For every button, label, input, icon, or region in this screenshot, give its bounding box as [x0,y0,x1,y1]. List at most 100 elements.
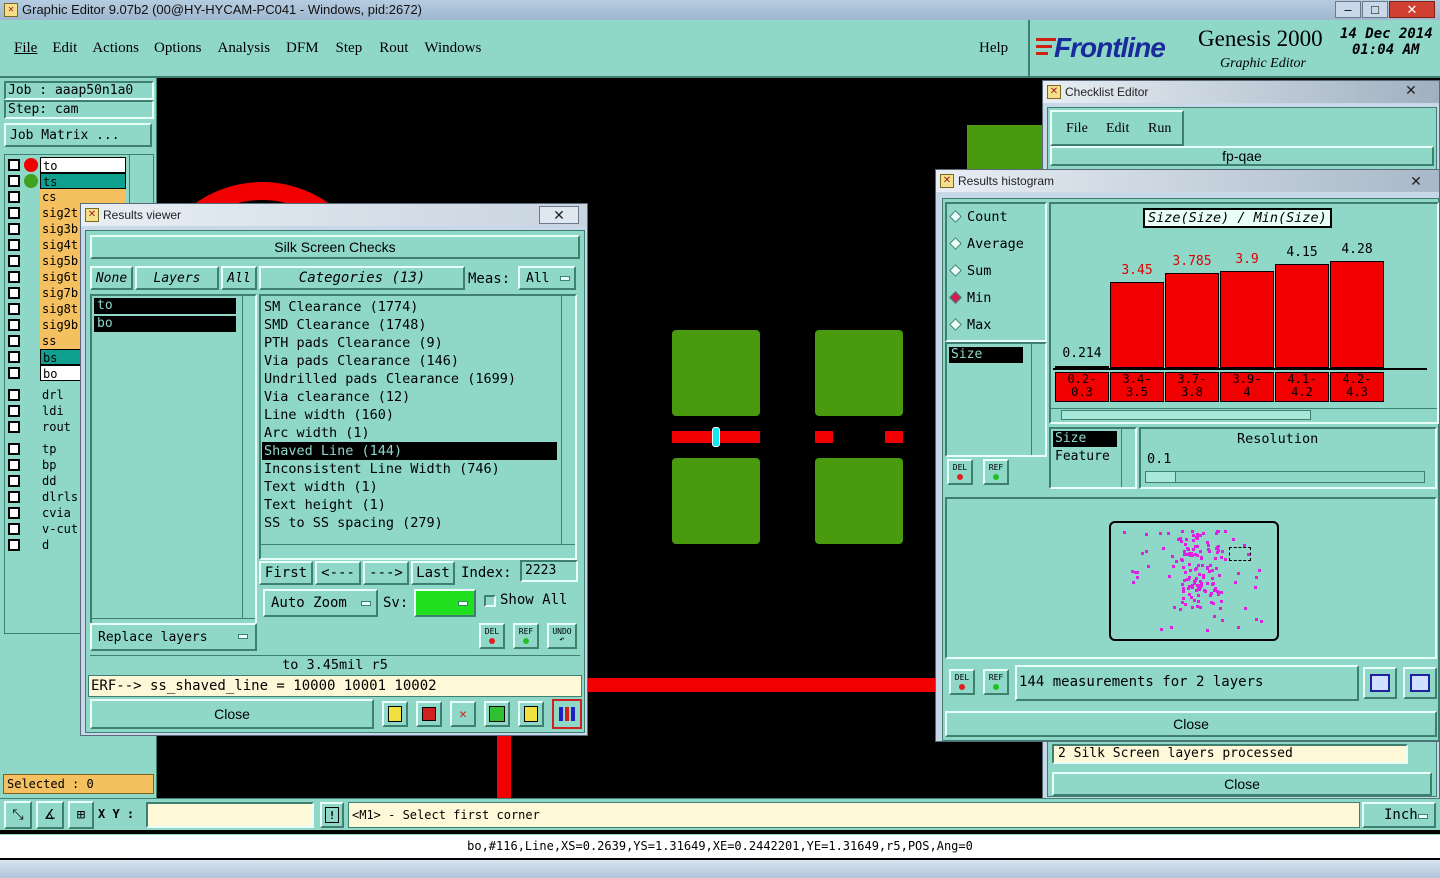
results-viewer-titlebar[interactable]: ✕ Results viewer ✕ [81,204,587,226]
layer-checkbox[interactable] [8,303,20,315]
minimize-button[interactable]: – [1335,1,1361,18]
categories-vscroll[interactable] [561,296,575,544]
layer-checkbox[interactable] [8,175,20,187]
overview-map[interactable] [1109,521,1279,641]
info-button[interactable]: ! [320,802,344,828]
field2-entry-size[interactable]: Size [1053,431,1117,447]
category-item[interactable]: Undrilled pads Clearance (1699) [262,370,557,388]
checklist-titlebar[interactable]: ✕ Checklist Editor ✕ [1043,81,1439,103]
checklist-menu-edit[interactable]: Edit [1106,121,1129,137]
category-item[interactable]: Inconsistent Line Width (746) [262,460,557,478]
layer-row-ts[interactable]: ts [4,173,128,189]
layer-checkbox[interactable] [8,405,20,417]
import-icon-button[interactable] [1403,667,1437,699]
menu-options[interactable]: Options [154,40,202,57]
category-item[interactable]: Shaved Line (144) [262,442,557,460]
layer-checkbox[interactable] [8,319,20,331]
hist-ref-button-2[interactable]: REF [983,669,1009,695]
field-list-2-vscroll[interactable] [1121,429,1135,487]
category-item[interactable]: SM Clearance (1774) [262,298,557,316]
layer-checkbox[interactable] [8,159,20,171]
checklist-menu-run[interactable]: Run [1148,121,1171,137]
layer-checkbox[interactable] [8,207,20,219]
xy-input[interactable] [146,802,314,828]
histogram-bar[interactable] [1165,273,1219,368]
menu-step[interactable]: Step [336,40,363,57]
layer-entry-to[interactable]: to [94,298,236,314]
none-button[interactable]: None [90,266,133,290]
snap-tool-button[interactable]: ⤡ [4,801,32,829]
undo-button[interactable]: UNDO ↶ [547,623,577,649]
mode-radio-min[interactable]: Min [949,288,1045,315]
histogram-icon-button[interactable] [552,699,582,729]
category-item[interactable]: SMD Clearance (1748) [262,316,557,334]
field-list-2[interactable]: Size Feature [1049,427,1137,489]
first-button[interactable]: First [259,561,313,585]
mode-radio-max[interactable]: Max [949,315,1045,342]
histogram-bar[interactable] [1330,261,1384,368]
field-list-vscroll[interactable] [1031,344,1045,455]
number-icon-button[interactable] [484,701,510,727]
histogram-bar[interactable] [1110,281,1164,368]
export-icon-button[interactable] [1363,667,1397,699]
all-button[interactable]: All [221,266,257,290]
index-input[interactable]: 2223 [520,560,578,582]
layer-checkbox[interactable] [8,491,20,503]
layers-button[interactable]: Layers [135,266,219,290]
categories-hscroll[interactable] [261,544,575,558]
histogram-close-icon[interactable]: ✕ [1396,172,1436,190]
results-viewer-close-icon[interactable]: ✕ [539,206,579,224]
chart-hscroll[interactable] [1051,408,1437,422]
hist-ref-button[interactable]: REF [983,459,1009,485]
ref-button[interactable]: REF [513,623,539,649]
show-all-checkbox[interactable] [484,595,496,607]
resolution-slider-thumb[interactable] [1146,472,1176,482]
category-item[interactable]: Line width (160) [262,406,557,424]
units-dropdown[interactable]: Inch [1362,802,1436,828]
next-button[interactable]: ---> [363,561,409,585]
layer-checkbox[interactable] [8,367,20,379]
layer-checkbox[interactable] [8,389,20,401]
histogram-bar[interactable] [1220,270,1274,368]
menu-edit[interactable]: Edit [52,40,77,57]
category-item[interactable]: SS to SS spacing (279) [262,514,557,532]
histogram-category-label[interactable]: 3.4- 3.5 [1110,372,1164,402]
menu-help[interactable]: Help [979,40,1008,57]
layers-list[interactable]: to bo [90,294,257,634]
mode-radio-sum[interactable]: Sum [949,261,1045,288]
category-item[interactable]: Via pads Clearance (146) [262,352,557,370]
histogram-bar[interactable] [1275,264,1329,368]
prev-button[interactable]: <--- [315,561,361,585]
replace-layers-dropdown[interactable]: Replace layers [90,623,257,651]
maximize-button[interactable]: □ [1362,1,1388,18]
menu-analysis[interactable]: Analysis [218,40,271,57]
job-matrix-button[interactable]: Job Matrix ... [4,123,152,147]
field2-entry-feature[interactable]: Feature [1053,449,1125,465]
category-item[interactable]: Via clearance (12) [262,388,557,406]
layer-entry-bo[interactable]: bo [94,316,236,332]
histogram-category-label[interactable]: 3.7- 3.8 [1165,372,1219,402]
histogram-category-label[interactable]: 0.2- 0.3 [1055,372,1109,402]
layer-checkbox[interactable] [8,443,20,455]
close-window-button[interactable]: ✕ [1389,1,1435,18]
layer-checkbox[interactable] [8,523,20,535]
category-item[interactable]: Arc width (1) [262,424,557,442]
sv-color-dropdown[interactable] [414,589,476,617]
last-button[interactable]: Last [411,561,455,585]
menu-dfm[interactable]: DFM [286,40,319,57]
category-item[interactable]: Text width (1) [262,478,557,496]
field-entry-size[interactable]: Size [949,347,1023,363]
histogram-category-label[interactable]: 4.1- 4.2 [1275,372,1329,402]
mode-radio-count[interactable]: Count [949,207,1045,234]
list-icon-button[interactable] [518,701,544,727]
layer-checkbox[interactable] [8,539,20,551]
menu-windows[interactable]: Windows [424,40,481,57]
measure-tool-button[interactable]: ∡ [36,801,64,829]
histogram-titlebar[interactable]: ✕ Results histogram ✕ [936,170,1439,192]
layer-checkbox[interactable] [8,459,20,471]
category-item[interactable]: PTH pads Clearance (9) [262,334,557,352]
layer-checkbox[interactable] [8,271,20,283]
clear-icon-button[interactable]: ✕ [450,701,476,727]
filter-icon-button[interactable] [382,701,408,727]
histogram-close-button[interactable]: Close [945,711,1437,737]
